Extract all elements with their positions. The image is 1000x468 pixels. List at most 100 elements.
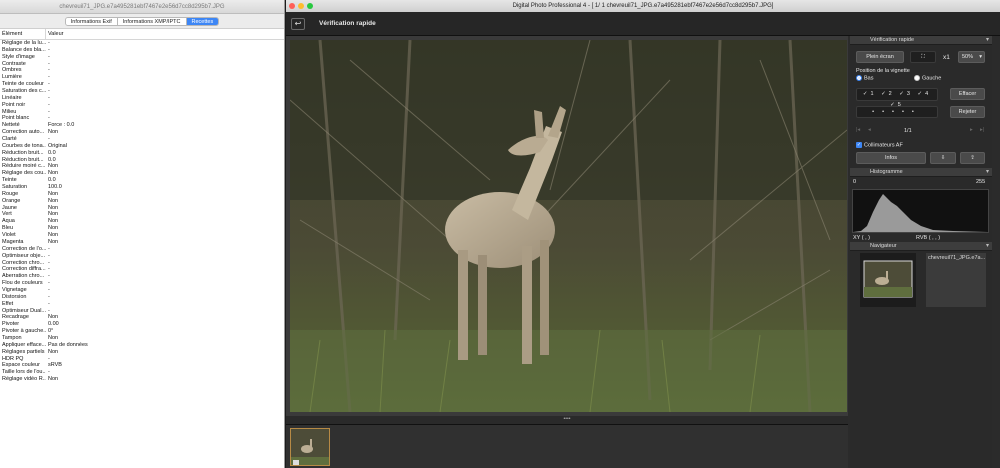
table-row[interactable]: Optimiseur Dual... - [0, 308, 284, 315]
table-row[interactable]: Linéaire - [0, 95, 284, 102]
table-row[interactable]: Style d'image - [0, 54, 284, 61]
table-row[interactable]: Réglages partiels Non [0, 349, 284, 356]
rating-3[interactable]: ✓3 [899, 91, 913, 97]
table-row[interactable]: Correction chro... - [0, 260, 284, 267]
table-row[interactable]: Teinte 0.0 [0, 177, 284, 184]
histogram-header[interactable]: Histogramme [850, 168, 992, 177]
zoom-x1-button[interactable]: x1 [943, 54, 950, 61]
table-row[interactable]: Ombres - [0, 67, 284, 74]
row-element: Aberration chro... [2, 273, 45, 280]
navigator-preview[interactable] [860, 253, 916, 307]
table-row[interactable]: Violet Non [0, 232, 284, 239]
table-row[interactable]: Point blanc - [0, 115, 284, 122]
table-row[interactable]: Magenta Non [0, 239, 284, 246]
rating-2[interactable]: ✓2 [881, 91, 895, 97]
fit-screen-button[interactable]: ⛶ [910, 51, 936, 63]
table-row[interactable]: Effet - [0, 301, 284, 308]
histogram-max: 255 [976, 179, 986, 185]
quick-check-header[interactable]: Vérification rapide [850, 36, 992, 45]
table-row[interactable]: Vert Non [0, 211, 284, 218]
nav-next-icon[interactable]: ▸ [970, 127, 973, 133]
minimize-window-icon[interactable] [298, 3, 304, 9]
deer-photo[interactable] [290, 40, 847, 412]
table-row[interactable]: Teinte de couleur - [0, 81, 284, 88]
tab-xmp-iptc[interactable]: Informations XMP/IPTC [117, 17, 187, 25]
table-row[interactable]: Recadrage Non [0, 314, 284, 321]
nav-prev-icon[interactable]: ◂ [868, 127, 871, 133]
row-element: Rouge [2, 190, 19, 197]
table-row[interactable]: Espace couleur sRVB [0, 362, 284, 369]
paste-recipe-button[interactable]: ⇪ [960, 152, 985, 164]
filmstrip-thumbnail[interactable] [290, 428, 330, 466]
info-window: chevreuil71_JPG.e7a495281ebf7467e2e56d7c… [0, 0, 285, 468]
row-value: - [48, 74, 50, 81]
table-row[interactable]: Vignetage - [0, 287, 284, 294]
row-element: HDR PQ [2, 355, 24, 362]
reject-button[interactable]: Rejeter [950, 106, 985, 118]
column-value[interactable]: Valeur [46, 29, 64, 39]
table-row[interactable]: Optimiseur obje... - [0, 253, 284, 260]
row-element: Clarté [2, 136, 17, 143]
table-row[interactable]: Correction diffra... - [0, 266, 284, 273]
table-row[interactable]: Réglage vidéo R... Non [0, 376, 284, 383]
table-row[interactable]: Pivoter 0.00 [0, 321, 284, 328]
table-row[interactable]: Réglage des cou... Non [0, 170, 284, 177]
tab-exif[interactable]: Informations Exif [65, 17, 118, 25]
table-row[interactable]: Réglage de la lu... - [0, 40, 284, 47]
rating-1[interactable]: ✓1 [863, 91, 877, 97]
column-element[interactable]: Élément [0, 29, 46, 39]
table-row[interactable]: Aberration chro... - [0, 273, 284, 280]
nav-first-icon[interactable]: |◂ [856, 127, 860, 133]
table-row[interactable]: Distorsion - [0, 294, 284, 301]
filmstrip-resize-handle[interactable]: •••• [286, 416, 848, 424]
table-row[interactable]: Rouge Non [0, 191, 284, 198]
table-row[interactable]: Réduire moiré c... Non [0, 163, 284, 170]
table-row[interactable]: Réduction bruit... 0.0 [0, 150, 284, 157]
table-row[interactable]: Correction de l'o... - [0, 246, 284, 253]
close-window-icon[interactable] [289, 3, 295, 9]
table-row[interactable]: Appliquer efface... Pas de données [0, 342, 284, 349]
table-row[interactable]: Tampon Non [0, 335, 284, 342]
table-row[interactable]: Flou de couleurs - [0, 280, 284, 287]
tab-recipes[interactable]: Recettes [186, 17, 219, 25]
table-row[interactable]: Correction auto... Non [0, 129, 284, 136]
nav-last-icon[interactable]: ▸| [980, 127, 984, 133]
table-row[interactable]: Orange Non [0, 198, 284, 205]
clear-button[interactable]: Effacer [950, 88, 985, 100]
table-row[interactable]: Contraste - [0, 61, 284, 68]
table-row[interactable]: Milieu - [0, 109, 284, 116]
table-row[interactable]: Saturation 100.0 [0, 184, 284, 191]
row-element: Réduire moiré c... [2, 163, 46, 170]
zoom-select[interactable]: 50% ▾ [958, 51, 985, 63]
xy-readout: XY ( , ) [853, 235, 871, 241]
table-row[interactable]: Courbes de tona... Original [0, 143, 284, 150]
back-button[interactable]: ↩ [291, 17, 305, 30]
navigator-header[interactable]: Navigateur [850, 242, 992, 251]
zoom-window-icon[interactable] [307, 3, 313, 9]
table-row[interactable]: Jaune Non [0, 205, 284, 212]
star-dots[interactable]: ••••• [856, 106, 938, 118]
row-value: Non [48, 190, 59, 197]
table-row[interactable]: Clarté - [0, 136, 284, 143]
table-row[interactable]: Aqua Non [0, 218, 284, 225]
info-button[interactable]: Infos [856, 152, 926, 164]
table-row[interactable]: Bleu Non [0, 225, 284, 232]
table-row[interactable]: Pivoter à gauche... 0° [0, 328, 284, 335]
af-points-checkbox[interactable]: ✓ Collimateurs AF [856, 142, 903, 148]
rating-buttons[interactable]: ✓1 ✓2 ✓3 ✓4 ✓5 [856, 88, 938, 108]
image-viewer[interactable] [286, 36, 848, 416]
table-row[interactable]: HDR PQ - [0, 356, 284, 363]
table-row[interactable]: Réduction bruit... 0.0 [0, 157, 284, 164]
radio-left[interactable]: Gauche [914, 75, 941, 81]
table-row[interactable]: Lumière - [0, 74, 284, 81]
table-row[interactable]: Saturation des c... - [0, 88, 284, 95]
rating-4[interactable]: ✓4 [917, 91, 931, 97]
table-row[interactable]: Taille lors de l'ou... - [0, 369, 284, 376]
save-recipe-button[interactable]: ⇩ [930, 152, 956, 164]
fullscreen-button[interactable]: Plein écran [856, 51, 904, 63]
row-element: Saturation [2, 184, 28, 191]
table-row[interactable]: Netteté Force : 0.0 [0, 122, 284, 129]
radio-bottom[interactable]: Bas [856, 75, 873, 81]
table-row[interactable]: Balance des bla... - [0, 47, 284, 54]
table-row[interactable]: Point noir - [0, 102, 284, 109]
